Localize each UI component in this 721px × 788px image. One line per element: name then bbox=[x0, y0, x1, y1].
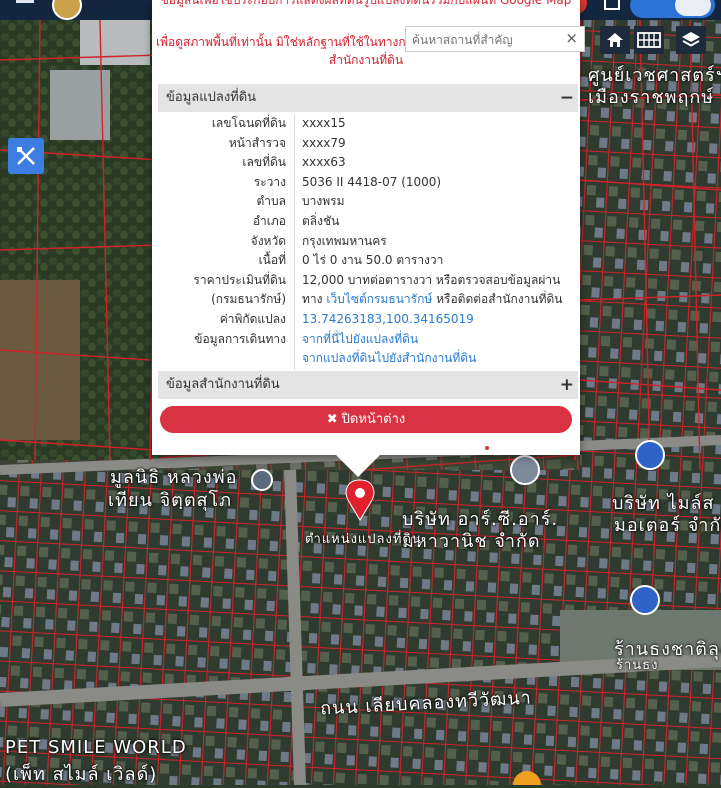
label-deed: เลขโฉนดที่ดิน bbox=[211, 116, 286, 130]
coordinate-link[interactable]: 13.74263183,100.34165019 bbox=[302, 310, 474, 330]
map-label-tr-top-2: เมืองราชพฤกษ์ bbox=[588, 87, 715, 108]
label-price: ราคาประเมินที่ดิน bbox=[193, 272, 286, 287]
value-subdistrict: บางพรม bbox=[302, 194, 345, 209]
search-input[interactable] bbox=[410, 28, 564, 52]
toggle-knob bbox=[675, 0, 711, 16]
disclaimer-line-1: ข้อมูลนี้เพื่อใช้ประกอบการแสดงผลที่ดินรู… bbox=[160, 0, 572, 7]
label-province: จังหวัด bbox=[250, 233, 286, 248]
parcel-details: เลขโฉนดที่ดิน xxxx15 หน้าสำรวจ xxxx79 เลขท… bbox=[158, 114, 578, 370]
row-survey: หน้าสำรวจ xxxx79 bbox=[158, 134, 578, 154]
row-land: เลขที่ดิน xxxx63 bbox=[158, 153, 578, 173]
grid-button[interactable] bbox=[634, 26, 664, 54]
value-price: 12,000 บาทต่อตารางวา หรือตรวจสอบข้อมูลผ่… bbox=[302, 272, 561, 287]
expand-icon[interactable]: + bbox=[560, 371, 574, 399]
collapse-icon[interactable]: − bbox=[560, 84, 574, 112]
value-area: 0 ไร่ 0 งาน 50.0 ตารางวา bbox=[302, 253, 444, 268]
section-parcel-header[interactable]: ข้อมูลแปลงที่ดิน − bbox=[158, 84, 578, 112]
close-window-label: ปิดหน้าต่าง bbox=[341, 412, 406, 427]
row-coord: ค่าพิกัดแปลง 13.74263183,100.34165019 bbox=[158, 310, 578, 330]
menu-icon[interactable] bbox=[16, 0, 34, 3]
close-window-button[interactable]: ✖ ปิดหน้าต่าง bbox=[160, 406, 572, 433]
map-label-petsmile: PET SMILE WORLD bbox=[5, 737, 187, 758]
map-label-petsmile-2: (เพ็ท สไมล์ เวิลด์) bbox=[5, 764, 158, 785]
directions-to-office-link[interactable]: จากแปลงที่ดินไปยังสำนักงานที่ดิน bbox=[302, 349, 476, 369]
value-district: ตลิ่งชัน bbox=[302, 213, 340, 228]
home-icon bbox=[607, 33, 623, 47]
row-sheet: ระวาง 5036 II 4418-07 (1000) bbox=[158, 173, 578, 193]
logo bbox=[52, 0, 82, 20]
value-dept: ทาง เว็บไซต์กรมธนารักษ์ หรือติดต่อสำนักง… bbox=[302, 290, 563, 310]
label-land: เลขที่ดิน bbox=[242, 155, 286, 170]
grid-icon bbox=[637, 32, 661, 48]
row-travel: ข้อมูลการเดินทาง จากที่นี่ไปยังแปลงที่ดิน bbox=[158, 330, 578, 350]
section-office-header[interactable]: ข้อมูลสำนักงานที่ดิน + bbox=[158, 371, 578, 399]
row-dept: (กรมธนารักษ์) ทาง เว็บไซต์กรมธนารักษ์ หรื… bbox=[158, 290, 578, 310]
language-toggle[interactable] bbox=[630, 0, 715, 18]
layers-icon bbox=[682, 32, 700, 47]
row-travel-2: จากแปลงที่ดินไปยังสำนักงานที่ดิน bbox=[158, 349, 578, 369]
label-dept: (กรมธนารักษ์) bbox=[211, 292, 286, 307]
place-search-box: × bbox=[405, 26, 585, 52]
label-coord: ค่าพิกัดแปลง bbox=[219, 311, 286, 326]
row-province: จังหวัด กรุงเทพมหานคร bbox=[158, 232, 578, 252]
label-travel: ข้อมูลการเดินทาง bbox=[194, 331, 286, 346]
row-district: อำเภอ ตลิ่งชัน bbox=[158, 212, 578, 232]
section-parcel-title: ข้อมูลแปลงที่ดิน bbox=[166, 90, 257, 105]
clear-search-icon[interactable]: × bbox=[565, 29, 578, 47]
value-land: xxxx63 bbox=[302, 155, 346, 170]
label-subdistrict: ตำบล bbox=[256, 194, 286, 209]
label-district: อำเภอ bbox=[252, 213, 286, 228]
parcel-info-popup: ข้อมูลนี้เพื่อใช้ประกอบการแสดงผลที่ดินรู… bbox=[152, 0, 580, 455]
map-label-marker: ตำแหน่งแปลงที่ดิน bbox=[305, 532, 422, 547]
section-office-title: ข้อมูลสำนักงานที่ดิน bbox=[166, 377, 280, 392]
map-label-tr-company-2: มอเตอร์ จำกัด bbox=[614, 515, 721, 536]
value-survey: xxxx79 bbox=[302, 135, 346, 150]
layers-button[interactable] bbox=[676, 26, 706, 54]
close-icon: ✖ bbox=[326, 412, 338, 427]
label-survey: หน้าสำรวจ bbox=[228, 135, 286, 150]
measure-tool-button[interactable] bbox=[8, 138, 44, 174]
map-label-tr-bank-2: ร้านธง bbox=[616, 658, 659, 673]
directions-to-parcel-link[interactable]: จากที่นี่ไปยังแปลงที่ดิน bbox=[302, 330, 418, 350]
row-deed: เลขโฉนดที่ดิน xxxx15 bbox=[158, 114, 578, 134]
row-area: เนื้อที่ 0 ไร่ 0 งาน 50.0 ตารางวา bbox=[158, 251, 578, 271]
home-button[interactable] bbox=[600, 26, 630, 54]
disclaimer-line-3: สำนักงานที่ดิน bbox=[328, 53, 404, 67]
pager-dot bbox=[485, 446, 489, 450]
dept-prefix: ทาง bbox=[302, 292, 323, 307]
treasury-website-link[interactable]: เว็บไซต์กรมธนารักษ์ bbox=[326, 292, 432, 306]
value-province: กรุงเทพมหานคร bbox=[302, 233, 387, 248]
row-price: ราคาประเมินที่ดิน 12,000 บาทต่อตารางวา หร… bbox=[158, 271, 578, 291]
value-sheet: 5036 II 4418-07 (1000) bbox=[302, 174, 442, 189]
label-sheet: ระวาง bbox=[253, 174, 286, 189]
value-deed: xxxx15 bbox=[302, 116, 346, 130]
dept-suffix: หรือติดต่อสำนักงานที่ดิน bbox=[436, 292, 563, 307]
label-area: เนื้อที่ bbox=[258, 253, 286, 268]
row-subdistrict: ตำบล บางพรม bbox=[158, 192, 578, 212]
map-label-foundation-2: เทียน จิตฺตสุโภ bbox=[108, 490, 233, 511]
ruler-pencil-icon bbox=[17, 147, 35, 165]
map-label-company-2: มหาวานิช จำกัด bbox=[402, 531, 541, 552]
share-icon[interactable] bbox=[604, 0, 620, 10]
popup-pointer bbox=[336, 455, 380, 477]
